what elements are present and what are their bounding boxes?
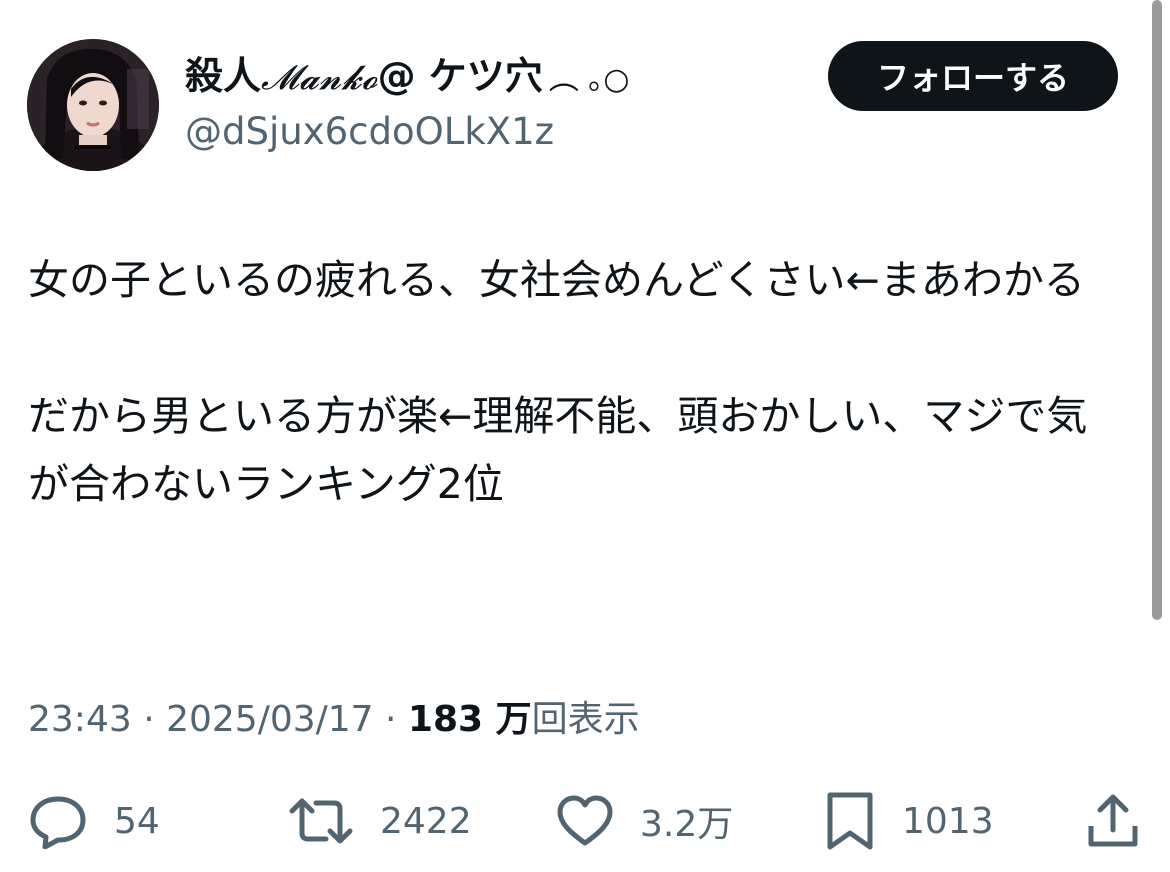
like-count: 3.2万 <box>640 804 734 845</box>
tweet-paragraph: だから男といる方が楽←理解不能、頭おかしい、マジで気が合わないランキング2位 <box>28 392 1088 508</box>
like-button[interactable]: 3.2万 <box>556 785 733 857</box>
action-bar: 54 2422 3.2万 1013 <box>0 785 1170 857</box>
reply-button[interactable]: 54 <box>28 785 160 857</box>
author-names: 殺人𝓜𝓪𝓷𝓴𝓸@ ケツ穴 ︵ ｡○ @dSjux6cdoOLkX1z <box>185 50 630 158</box>
reply-icon <box>30 796 86 849</box>
tweet-text: 女の子といるの疲れる、女社会めんどくさい←まあわかる だから男といる方が楽←理解… <box>28 246 1128 518</box>
share-button[interactable] <box>1086 785 1140 857</box>
bookmark-button[interactable]: 1013 <box>824 785 994 857</box>
share-icon <box>1088 794 1138 847</box>
tweet-date[interactable]: 2025/03/17 <box>166 699 374 740</box>
retweet-button[interactable]: 2422 <box>288 785 472 857</box>
tweet: 殺人𝓜𝓪𝓷𝓴𝓸@ ケツ穴 ︵ ｡○ @dSjux6cdoOLkX1z フォローする… <box>0 0 1170 872</box>
tweet-time[interactable]: 23:43 <box>28 699 132 740</box>
retweet-icon <box>289 798 353 844</box>
avatar-image <box>27 39 159 171</box>
retweet-count: 2422 <box>380 800 472 842</box>
bookmark-icon <box>827 792 873 850</box>
follow-button[interactable]: フォローする <box>828 41 1118 111</box>
views-count: 183 万 <box>407 699 532 740</box>
bookmark-count: 1013 <box>902 800 994 842</box>
heart-icon <box>557 795 613 846</box>
display-name[interactable]: 殺人𝓜𝓪𝓷𝓴𝓸@ ケツ穴 ︵ ｡○ <box>185 50 630 106</box>
reply-count: 54 <box>114 800 160 842</box>
display-name-script: 𝓜𝓪𝓷𝓴𝓸 <box>261 58 378 98</box>
tweet-paragraph: 女の子といるの疲れる、女社会めんどくさい←まあわかる <box>28 256 1085 304</box>
display-name-decoration: ︵ ｡○ <box>548 62 630 97</box>
user-handle[interactable]: @dSjux6cdoOLkX1z <box>185 106 630 158</box>
views-label: 回表示 <box>531 699 640 740</box>
display-name-suffix: @ ケツ穴 <box>377 54 543 98</box>
scrollbar[interactable] <box>1152 0 1162 620</box>
meta-separator: · <box>373 699 408 740</box>
avatar[interactable] <box>27 39 159 171</box>
meta-separator: · <box>131 699 167 740</box>
display-name-prefix: 殺人 <box>185 54 262 98</box>
tweet-meta: 23:43 · 2025/03/17 · 183 万回表示 <box>28 694 640 746</box>
